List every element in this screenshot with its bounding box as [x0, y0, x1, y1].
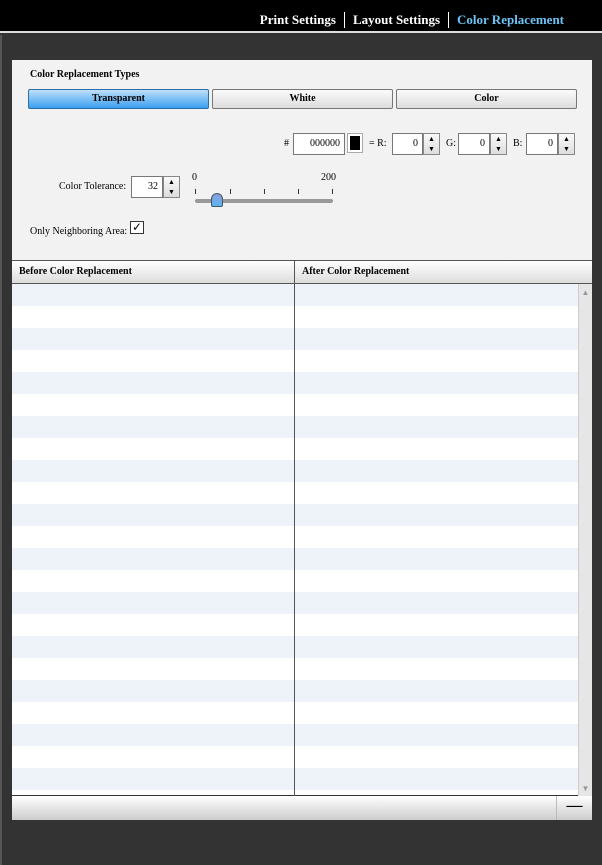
table-row[interactable] — [12, 284, 578, 306]
table-row[interactable] — [12, 482, 578, 504]
b-stepper[interactable]: ▲ ▼ — [558, 133, 575, 155]
table-row[interactable] — [12, 504, 578, 526]
table-row[interactable] — [12, 460, 578, 482]
scroll-up-icon[interactable]: ▲ — [579, 288, 592, 297]
column-after: After Color Replacement — [302, 266, 410, 277]
remove-button[interactable]: — — [556, 796, 592, 820]
table-row[interactable] — [12, 328, 578, 350]
tab-color-replacement[interactable]: Color Replacement — [448, 12, 572, 28]
g-label: G: — [446, 138, 456, 149]
scroll-down-icon[interactable]: ▼ — [579, 784, 592, 793]
slider-tick — [264, 189, 265, 194]
table-row[interactable] — [12, 416, 578, 438]
type-buttons: Transparent White Color — [28, 89, 577, 109]
tolerance-slider-thumb[interactable] — [211, 193, 224, 207]
color-button[interactable]: Color — [396, 89, 577, 109]
tolerance-stepper[interactable]: ▲ ▼ — [163, 176, 180, 198]
r-label: = R: — [369, 138, 387, 149]
table-row[interactable] — [12, 592, 578, 614]
replacement-table: Before Color Replacement After Color Rep… — [12, 260, 592, 796]
slider-tick — [298, 189, 299, 194]
tolerance-input[interactable]: 32 — [131, 176, 163, 198]
color-swatch-picker[interactable] — [347, 133, 363, 153]
table-row[interactable] — [12, 438, 578, 460]
table-header: Before Color Replacement After Color Rep… — [12, 261, 592, 284]
table-row[interactable] — [12, 702, 578, 724]
table-row[interactable] — [12, 570, 578, 592]
top-bar: Print Settings Layout Settings Color Rep… — [0, 0, 602, 33]
slider-max-label: 200 — [321, 172, 336, 183]
g-input[interactable]: 0 — [458, 133, 490, 155]
table-row[interactable] — [12, 394, 578, 416]
tab-layout-settings[interactable]: Layout Settings — [343, 12, 448, 28]
hex-input[interactable]: 000000 — [293, 133, 345, 155]
neighbor-checkbox[interactable]: ✓ — [130, 221, 144, 234]
table-footer: — — [12, 796, 592, 820]
slider-tick — [332, 189, 333, 194]
table-row[interactable] — [12, 746, 578, 768]
table-row[interactable] — [12, 636, 578, 658]
table-row[interactable] — [12, 306, 578, 328]
b-label: B: — [513, 138, 523, 149]
slider-min-label: 0 — [192, 172, 197, 183]
transparent-button[interactable]: Transparent — [28, 89, 209, 109]
tolerance-label: Color Tolerance: — [59, 181, 127, 192]
vertical-scrollbar[interactable]: ▲ ▼ — [578, 284, 592, 796]
table-row[interactable] — [12, 548, 578, 570]
table-row[interactable] — [12, 768, 578, 790]
neighbor-label: Only Neighboring Area: — [30, 226, 128, 237]
tab-print-settings[interactable]: Print Settings — [252, 12, 344, 28]
r-stepper[interactable]: ▲ ▼ — [423, 133, 440, 155]
column-divider — [294, 261, 295, 796]
table-row[interactable] — [12, 372, 578, 394]
left-edge — [0, 35, 2, 865]
table-row[interactable] — [12, 614, 578, 636]
r-input[interactable]: 0 — [392, 133, 423, 155]
table-body — [12, 284, 578, 796]
g-stepper[interactable]: ▲ ▼ — [490, 133, 507, 155]
slider-tick — [195, 189, 196, 194]
nav-tabs: Print Settings Layout Settings Color Rep… — [252, 12, 572, 28]
b-input[interactable]: 0 — [526, 133, 558, 155]
table-row[interactable] — [12, 350, 578, 372]
table-row[interactable] — [12, 526, 578, 548]
table-row[interactable] — [12, 680, 578, 702]
slider-tick — [230, 189, 231, 194]
white-button[interactable]: White — [212, 89, 393, 109]
table-row[interactable] — [12, 658, 578, 680]
column-before: Before Color Replacement — [19, 266, 132, 277]
table-row[interactable] — [12, 724, 578, 746]
hash-label: # — [284, 138, 289, 149]
section-title: Color Replacement Types — [30, 69, 140, 80]
